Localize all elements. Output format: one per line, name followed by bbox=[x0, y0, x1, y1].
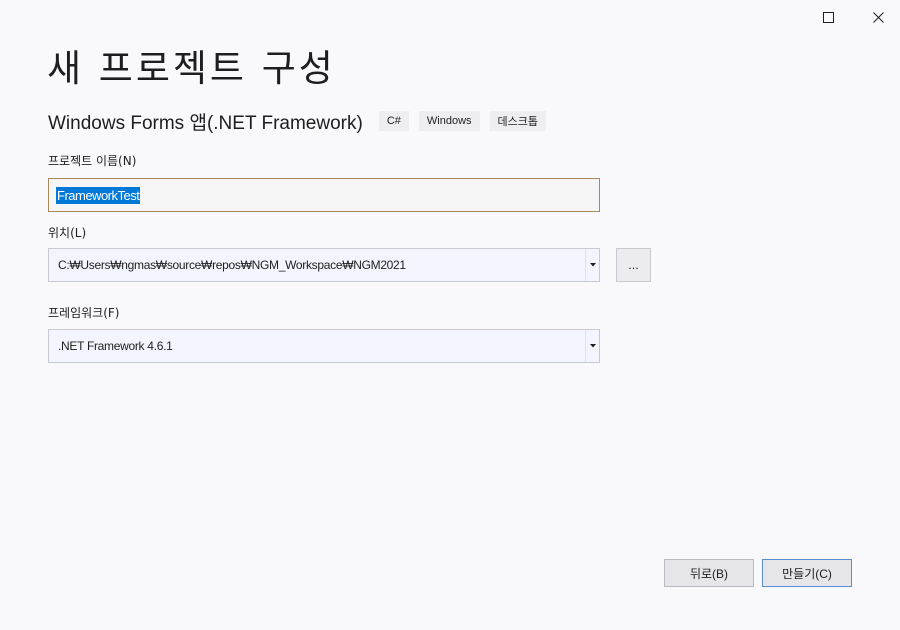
chevron-down-icon bbox=[589, 263, 596, 267]
browse-button[interactable]: ... bbox=[616, 248, 651, 282]
template-name: Windows Forms 앱(.NET Framework) bbox=[48, 112, 363, 134]
chevron-down-icon bbox=[589, 344, 596, 348]
back-button[interactable]: 뒤로(B) bbox=[664, 559, 754, 587]
project-name-input[interactable]: FrameworkTest bbox=[48, 178, 600, 212]
location-value: C:₩Users₩ngmas₩source₩repos₩NGM_Workspac… bbox=[58, 258, 406, 272]
create-button[interactable]: 만들기(C) bbox=[762, 559, 852, 587]
framework-dropdown-button[interactable] bbox=[585, 330, 599, 362]
tag-project-type: 데스크톱 bbox=[489, 111, 546, 131]
tag-platform: Windows bbox=[418, 111, 480, 131]
close-icon bbox=[872, 11, 884, 23]
page-title: 새 프로젝트 구성 bbox=[47, 47, 336, 90]
location-combobox[interactable]: C:₩Users₩ngmas₩source₩repos₩NGM_Workspac… bbox=[48, 248, 600, 282]
template-info: Windows Forms 앱(.NET Framework) C# Windo… bbox=[48, 108, 556, 134]
location-dropdown-button[interactable] bbox=[585, 249, 599, 281]
tag-language: C# bbox=[378, 111, 409, 131]
location-label: 위치(L) bbox=[48, 226, 87, 240]
project-name-label: 프로젝트 이름(N) bbox=[48, 154, 137, 168]
framework-value: .NET Framework 4.6.1 bbox=[58, 339, 173, 353]
project-name-selected-text: FrameworkTest bbox=[56, 186, 141, 204]
close-button[interactable] bbox=[856, 4, 900, 30]
maximize-icon bbox=[822, 11, 834, 23]
framework-combobox[interactable]: .NET Framework 4.6.1 bbox=[48, 329, 600, 363]
framework-label: 프레임워크(F) bbox=[48, 306, 120, 320]
maximize-button[interactable] bbox=[806, 4, 850, 30]
